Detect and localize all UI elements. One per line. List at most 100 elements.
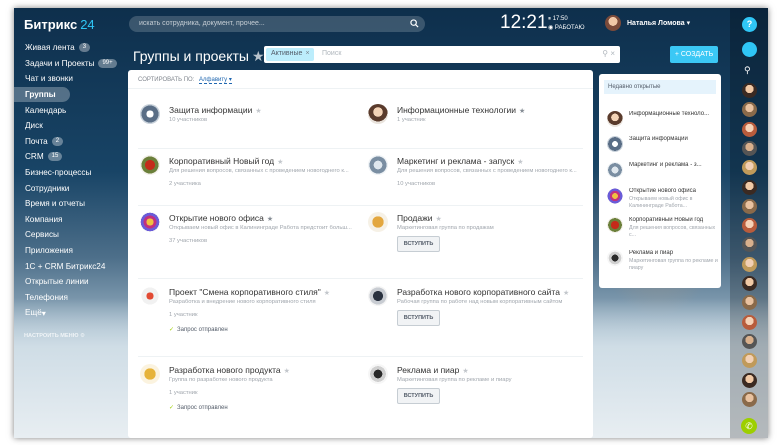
menu-item[interactable]: Группы	[14, 86, 70, 103]
group-avatar[interactable]	[368, 286, 388, 306]
menu-item[interactable]: Живая лента 3	[14, 40, 122, 56]
group-card: Открытие нового офиса ★ Открываем новый оф…	[140, 212, 355, 272]
menu-item[interactable]: Почта 2	[14, 134, 122, 150]
menu-item[interactable]: Чат и звонки	[14, 71, 122, 87]
group-name[interactable]: Защита информации ★	[169, 105, 262, 115]
contact-avatar[interactable]	[742, 237, 757, 253]
star-icon[interactable]: ★	[252, 48, 265, 64]
star-icon[interactable]: ★	[277, 159, 283, 166]
star-icon[interactable]: ★	[255, 108, 261, 115]
search-icon[interactable]: ⚲	[602, 49, 608, 58]
menu-item[interactable]: Открытые линии	[14, 274, 122, 290]
bell-icon[interactable]	[742, 42, 757, 57]
clear-icon[interactable]: ×	[610, 49, 615, 58]
menu-item-label: Телефония	[25, 292, 68, 302]
group-avatar[interactable]	[368, 212, 388, 232]
recent-item[interactable]: Корпоративный Новый год Для решения вопро…	[607, 217, 719, 241]
help-icon[interactable]: ?	[742, 17, 757, 32]
group-card: Проект "Смена корпоративного стиля" ★ Разр…	[140, 286, 355, 346]
menu-item[interactable]: Ещё ▾	[14, 305, 122, 321]
recent-item[interactable]: Информационные техноло...	[607, 111, 719, 135]
group-avatar[interactable]	[368, 364, 388, 384]
work-time-widget[interactable]: ⏸ 17:50 ◉ РАБОТАЮ	[548, 15, 585, 33]
contact-avatar[interactable]	[742, 314, 757, 330]
menu-item[interactable]: Телефония	[14, 290, 122, 306]
group-name[interactable]: Проект "Смена корпоративного стиля" ★	[169, 287, 330, 297]
star-icon[interactable]: ★	[563, 290, 569, 297]
filter-search[interactable]: Активные × Поиск ⚲ ×	[264, 46, 620, 63]
user-avatar[interactable]	[605, 15, 621, 31]
star-icon[interactable]: ★	[284, 368, 290, 375]
star-icon[interactable]: ★	[436, 216, 442, 223]
create-button[interactable]: + СОЗДАТЬ	[670, 46, 718, 63]
user-menu[interactable]: Наталья Ломова ▾	[627, 19, 690, 27]
global-search-input[interactable]: искать сотрудника, документ, прочее...	[129, 16, 425, 32]
star-icon[interactable]: ★	[519, 108, 525, 115]
group-name[interactable]: Маркетинг и реклама - запуск ★	[397, 156, 524, 166]
contact-avatar[interactable]	[742, 372, 757, 388]
group-name[interactable]: Открытие нового офиса ★	[169, 213, 273, 223]
group-avatar[interactable]	[140, 155, 160, 175]
menu-settings-link[interactable]: НАСТРОИТЬ МЕНЮ ⚙	[24, 333, 85, 339]
menu-item[interactable]: Календарь	[14, 102, 122, 118]
group-avatar[interactable]	[140, 364, 160, 384]
contact-avatar[interactable]	[742, 391, 757, 407]
filter-input[interactable]: Поиск	[322, 50, 341, 57]
contact-avatar[interactable]	[742, 218, 757, 234]
contact-avatar[interactable]	[742, 353, 757, 369]
contact-avatar[interactable]	[742, 121, 757, 137]
group-avatar[interactable]	[140, 286, 160, 306]
group-description: Для решения вопросов, связанных с провед…	[397, 168, 577, 174]
recent-item[interactable]: Защита информации	[607, 136, 719, 160]
menu-item[interactable]: Бизнес-процессы	[14, 165, 122, 181]
contact-avatar[interactable]	[742, 256, 757, 272]
menu-item[interactable]: Сотрудники	[14, 180, 122, 196]
group-name[interactable]: Продажи ★	[397, 213, 442, 223]
logo[interactable]: Битрикс 24	[24, 17, 95, 32]
menu-item[interactable]: Приложения	[14, 243, 122, 259]
contact-avatar[interactable]	[742, 140, 757, 156]
group-name[interactable]: Реклама и пиар ★	[397, 365, 469, 375]
contact-avatar[interactable]	[742, 333, 757, 349]
join-button[interactable]: ВСТУПИТЬ	[397, 310, 440, 326]
divider	[138, 356, 583, 357]
menu-item[interactable]: Компания	[14, 212, 122, 228]
filter-chip[interactable]: Активные ×	[266, 48, 314, 61]
recent-groups-panel: Недавно открытые Информационные техноло.…	[599, 74, 721, 288]
star-icon[interactable]: ★	[462, 368, 468, 375]
group-avatar[interactable]	[368, 104, 388, 124]
contact-avatar[interactable]	[742, 102, 757, 118]
group-name[interactable]: Информационные технологии ★	[397, 105, 525, 115]
sort-dropdown[interactable]: Алфавиту ▾	[199, 77, 232, 84]
recent-item[interactable]: Открытие нового офиса Открываем новый офи…	[607, 188, 719, 212]
search-icon[interactable]: ⚲	[744, 65, 751, 76]
group-name[interactable]: Разработка нового корпоративного сайта ★	[397, 287, 569, 297]
recent-item[interactable]: Реклама и пиар Маркетинговая группа по ре…	[607, 250, 719, 274]
join-button[interactable]: ВСТУПИТЬ	[397, 388, 440, 404]
contact-avatar[interactable]	[742, 83, 757, 98]
join-button[interactable]: ВСТУПИТЬ	[397, 236, 440, 252]
phone-icon[interactable]: ✆	[741, 418, 757, 434]
members-count: 2 участника	[169, 181, 201, 187]
close-icon[interactable]: ×	[305, 50, 309, 57]
group-avatar[interactable]	[140, 104, 160, 124]
contact-avatar[interactable]	[742, 295, 757, 311]
menu-item[interactable]: CRM 15	[14, 149, 122, 165]
star-icon[interactable]: ★	[267, 216, 273, 223]
star-icon[interactable]: ★	[517, 159, 523, 166]
menu-item[interactable]: 1С + CRM Битрикс24	[14, 258, 122, 274]
group-avatar[interactable]	[140, 212, 160, 232]
menu-item[interactable]: Сервисы	[14, 227, 122, 243]
group-name[interactable]: Корпоративный Новый год ★	[169, 156, 283, 166]
contact-avatar[interactable]	[742, 276, 757, 291]
menu-item[interactable]: Задачи и Проекты 99+	[14, 56, 122, 72]
contact-avatar[interactable]	[742, 160, 757, 176]
star-icon[interactable]: ★	[324, 290, 330, 297]
menu-item[interactable]: Диск	[14, 118, 122, 134]
menu-item[interactable]: Время и отчеты	[14, 196, 122, 212]
recent-item[interactable]: Маркетинг и реклама - з...	[607, 162, 719, 186]
group-name[interactable]: Разработка нового продукта ★	[169, 365, 290, 375]
contact-avatar[interactable]	[742, 198, 757, 214]
contact-avatar[interactable]	[742, 179, 757, 195]
group-avatar[interactable]	[368, 155, 388, 175]
